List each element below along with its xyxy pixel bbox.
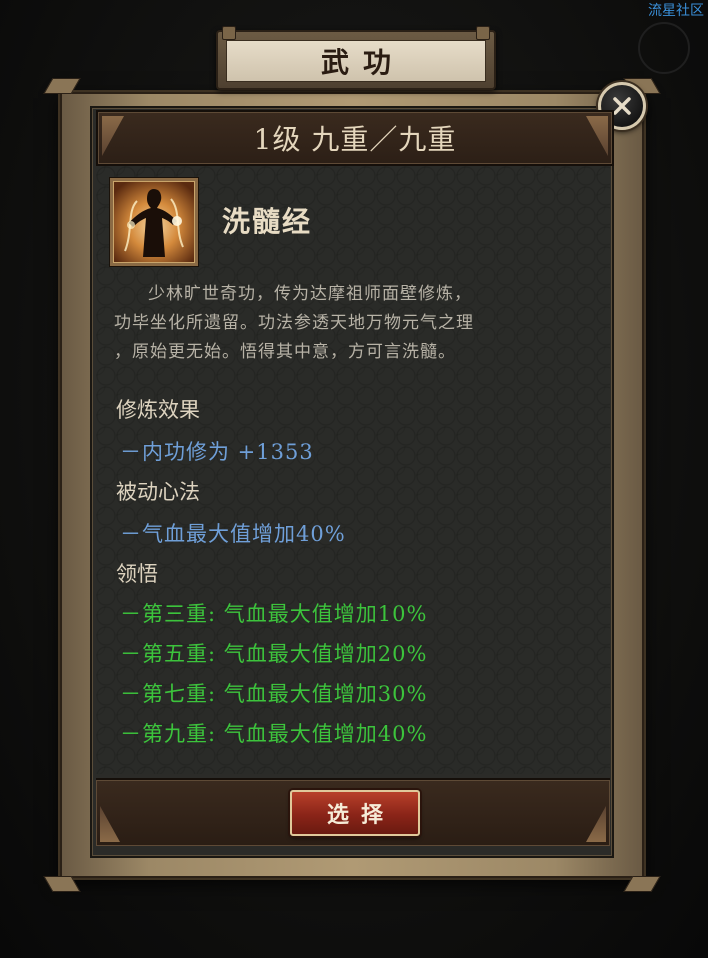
skill-description: 少林旷世奇功，传为达摩祖师面壁修炼， 功毕坐化所遗留。功法参透天地万物元气之理 …	[114, 280, 554, 367]
description-line: ，原始更无始。悟得其中意，方可言洗髓。	[114, 342, 456, 362]
level-bar: 1级 九重／九重	[96, 110, 614, 166]
skill-name: 洗髓经	[222, 205, 313, 238]
title-plaque: 武功	[216, 26, 496, 90]
game-screen: 流星社区 武功 1级 九重／九重 洗髓经 少林旷世奇功，传为达摩祖师面壁修炼， …	[0, 0, 708, 958]
insight-item: －第五重: 气血最大值增加20%	[120, 642, 428, 666]
select-button[interactable]: 选择	[290, 790, 420, 836]
panel-title: 武功	[320, 46, 405, 79]
description-line: 少林旷世奇功，传为达摩祖师面壁修炼，	[148, 284, 472, 304]
footer-bar: 选择	[96, 778, 610, 846]
passive-item: －气血最大值增加40%	[120, 522, 346, 546]
effect-item: －内功修为 +1353	[120, 440, 314, 464]
close-icon	[613, 97, 631, 115]
background-circle	[638, 22, 690, 74]
select-button-label: 选择	[326, 802, 395, 828]
effects-heading: 修炼效果	[116, 398, 200, 422]
silhouette-figure-icon	[110, 178, 198, 266]
insight-item: －第七重: 气血最大值增加30%	[120, 682, 428, 706]
insight-item: －第九重: 气血最大值增加40%	[120, 722, 428, 746]
level-text: 1级 九重／九重	[253, 123, 457, 156]
description-line: 功毕坐化所遗留。功法参透天地万物元气之理	[114, 313, 474, 333]
watermark: 流星社区	[648, 3, 704, 19]
insight-item: －第三重: 气血最大值增加10%	[120, 602, 428, 626]
insight-heading: 领悟	[116, 562, 158, 586]
passive-heading: 被动心法	[116, 480, 200, 504]
skill-details: 洗髓经 少林旷世奇功，传为达摩祖师面壁修炼， 功毕坐化所遗留。功法参透天地万物元…	[96, 166, 610, 774]
